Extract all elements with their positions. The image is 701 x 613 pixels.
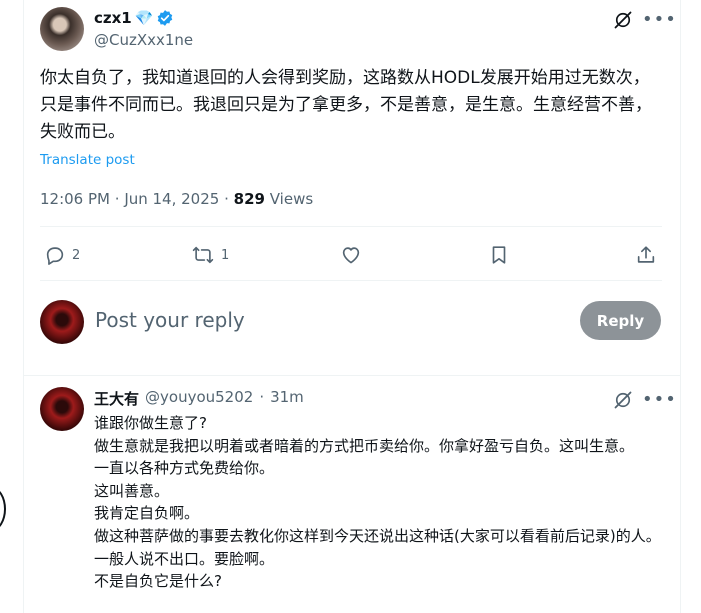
post-author-handle[interactable]: @CuzXxx1ne (94, 31, 193, 49)
comment-line: 做这种菩萨做的事要去教化你这样到今天还说出这种话(大家可以看看前后记录)的人。一… (94, 526, 661, 568)
repost-count: 1 (221, 247, 230, 263)
post-meta: 12:06 PM · Jun 14, 2025 · 829 Views (40, 190, 313, 208)
grok-icon[interactable] (613, 390, 633, 410)
comment-line: 不是自负它是什么? (94, 572, 222, 591)
verified-badge-icon (158, 10, 173, 26)
comment-text: 谁跟你做生意了? 做生意就是我把以明着或者暗着的方式把币卖给你。你拿好盈亏自负。… (94, 412, 664, 593)
divider (40, 226, 662, 227)
comment-author-name[interactable]: 王大有 (94, 388, 139, 409)
post-text: 你太自负了，我知道退回的人会得到奖励，这路数从HODL发展开始用过无数次，只是事… (40, 68, 652, 142)
meta-separator: · (224, 190, 234, 208)
timeline-border-left (23, 0, 24, 613)
like-action[interactable] (340, 244, 362, 266)
timeline-border-right (680, 0, 681, 613)
comment-author-handle[interactable]: @youyou5202 (145, 388, 253, 409)
like-icon[interactable] (340, 244, 362, 266)
more-icon[interactable]: ••• (642, 9, 677, 30)
reply-action[interactable]: 2 (44, 244, 80, 266)
comment-author-avatar[interactable] (40, 387, 84, 431)
repost-icon[interactable] (191, 244, 215, 266)
share-icon[interactable] (635, 244, 657, 266)
grok-icon[interactable] (613, 10, 633, 30)
comment-more-icon[interactable]: ••• (642, 389, 677, 410)
translate-post-link[interactable]: Translate post (40, 152, 135, 168)
offscreen-element (0, 487, 6, 531)
post-time[interactable]: 12:06 PM (40, 190, 110, 208)
reply-count: 2 (72, 247, 81, 263)
share-action[interactable] (635, 244, 657, 266)
bookmark-icon[interactable] (488, 244, 510, 266)
reply-input[interactable]: Post your reply (95, 308, 245, 332)
reply-icon[interactable] (44, 244, 66, 266)
bookmark-action[interactable] (488, 244, 510, 266)
reply-button[interactable]: Reply (580, 301, 661, 340)
comment-line: 这叫善意。 (94, 481, 170, 500)
comment-line: 做生意就是我把以明着或者暗着的方式把币卖给你。你拿好盈亏自负。这叫生意。 (94, 436, 635, 455)
diamond-emoji: 💎 (134, 9, 154, 27)
post-author-name-row[interactable]: czx1 💎 (94, 9, 174, 27)
comment-line: 谁跟你做生意了? (94, 414, 207, 432)
meta-separator: · (114, 190, 125, 208)
views-label: Views (269, 190, 314, 208)
post-author-avatar[interactable] (40, 7, 84, 51)
divider (40, 280, 662, 281)
comment-line: 我肯定自负啊。 (94, 504, 200, 523)
repost-action[interactable]: 1 (191, 244, 229, 266)
current-user-avatar[interactable] (40, 300, 84, 344)
comment-separator: · (259, 388, 265, 406)
post-author-name[interactable]: czx1 (94, 9, 132, 27)
comment-header: 王大有 @youyou5202 · 31m (94, 388, 304, 409)
comment-line: 一直以各种方式免费给你。 (94, 459, 275, 478)
post-date[interactable]: Jun 14, 2025 (124, 190, 219, 208)
comment-time[interactable]: 31m (270, 388, 304, 409)
divider (24, 375, 680, 376)
views-count: 829 (233, 190, 265, 208)
